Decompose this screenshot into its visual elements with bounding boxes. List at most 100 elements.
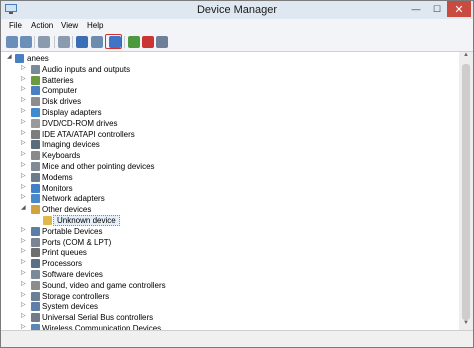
collapse-arrow-icon[interactable]: ◢ (7, 53, 12, 60)
tree-category[interactable]: ▷ Print queues (1, 247, 459, 258)
close-button[interactable]: ✕ (447, 1, 471, 17)
scroll-up-icon[interactable]: ▲ (459, 52, 473, 62)
vertical-scrollbar[interactable]: ▲ ▼ (459, 52, 473, 330)
tree-category[interactable]: ▷ Batteries (1, 75, 459, 86)
port-icon (31, 237, 40, 247)
expand-arrow-icon[interactable]: ▷ (21, 161, 26, 168)
expand-arrow-icon[interactable]: ▷ (21, 312, 26, 319)
update-driver-icon[interactable] (128, 36, 140, 48)
system-device-icon (31, 302, 40, 312)
expand-arrow-icon[interactable]: ▷ (21, 150, 26, 157)
expand-arrow-icon[interactable]: ▷ (21, 247, 26, 254)
menu-action[interactable]: Action (31, 21, 53, 30)
tree-item-label: IDE ATA/ATAPI controllers (42, 129, 135, 139)
usb-icon (31, 313, 40, 323)
expand-arrow-icon[interactable]: ▷ (21, 118, 26, 125)
tree-category[interactable]: ▷ IDE ATA/ATAPI controllers (1, 129, 459, 140)
toolbar-separator (54, 36, 55, 48)
tree-category[interactable]: ▷ DVD/CD-ROM drives (1, 118, 459, 129)
forward-icon[interactable] (20, 36, 32, 48)
network-icon (31, 194, 40, 204)
tree-category[interactable]: ▷ Processors (1, 258, 459, 269)
title-bar: Device Manager — ☐ ✕ (1, 1, 473, 19)
expand-arrow-icon[interactable]: ▷ (21, 269, 26, 276)
tree-category[interactable]: ▷ Display adapters (1, 107, 459, 118)
expand-arrow-icon[interactable]: ▷ (21, 226, 26, 233)
unknown-device-warning-icon (43, 216, 52, 225)
tree-item-label: Storage controllers (42, 291, 110, 301)
maximize-button[interactable]: ☐ (427, 1, 447, 17)
computer-icon (15, 54, 24, 63)
tree-category[interactable]: ▷ Mice and other pointing devices (1, 161, 459, 172)
tree-category[interactable]: ▷ Sound, video and game controllers (1, 280, 459, 291)
expand-arrow-icon[interactable]: ▷ (21, 139, 26, 146)
tree-item-label: Universal Serial Bus controllers (42, 313, 154, 323)
expand-arrow-icon[interactable]: ▷ (21, 258, 26, 265)
tree-category[interactable]: ▷ Keyboards (1, 150, 459, 161)
tree-item-label: Software devices (42, 270, 103, 279)
expand-arrow-icon[interactable]: ▷ (21, 96, 26, 103)
tree-category[interactable]: ▷ Software devices (1, 269, 459, 280)
keyboard-icon (31, 151, 40, 161)
tree-category[interactable]: ▷ System devices (1, 301, 459, 312)
expand-arrow-icon[interactable]: ▷ (21, 301, 26, 308)
computer-icon (31, 86, 40, 96)
scroll-down-icon[interactable]: ▼ (459, 320, 473, 330)
device-tree[interactable]: ◢ anees ▷ Audio inputs and outputs ▷ Batterie… (1, 52, 459, 330)
tree-item-label: Other devices (42, 205, 92, 215)
tree-category[interactable]: ◢ Other devices (1, 204, 459, 215)
tree-item-label: System devices (42, 302, 99, 312)
expand-arrow-icon[interactable]: ▷ (21, 323, 26, 330)
expand-arrow-icon[interactable]: ▷ (21, 64, 26, 71)
tree-category[interactable]: ▷ Portable Devices (1, 226, 459, 237)
processor-icon (31, 259, 40, 269)
tree-category[interactable]: ▷ Network adapters (1, 193, 459, 204)
tree-item-label: Print queues (42, 248, 87, 258)
tree-category[interactable]: ▷ Wireless Communication Devices (1, 323, 459, 330)
tree-category[interactable]: ▷ Disk drives (1, 96, 459, 107)
menu-view[interactable]: View (61, 21, 78, 30)
expand-arrow-icon[interactable]: ▷ (21, 107, 26, 114)
tree-view-icon[interactable] (58, 36, 70, 48)
tree-category[interactable]: ▷ Ports (COM & LPT) (1, 237, 459, 248)
other-devices-icon (31, 205, 40, 215)
expand-arrow-icon[interactable]: ▷ (21, 183, 26, 190)
properties-view-icon[interactable] (38, 36, 50, 48)
expand-arrow-icon[interactable]: ▷ (21, 291, 26, 298)
portable-device-icon (31, 226, 40, 236)
disk-icon (31, 97, 40, 107)
details-icon[interactable] (91, 36, 103, 48)
mouse-icon (31, 162, 40, 171)
tree-item-label: anees (27, 54, 49, 63)
expand-arrow-icon[interactable]: ▷ (21, 280, 26, 287)
tree-category[interactable]: ▷ Audio inputs and outputs (1, 64, 459, 75)
expand-arrow-icon[interactable]: ▷ (21, 129, 26, 136)
tree-category[interactable]: ▷ Modems (1, 172, 459, 183)
disable-device-icon[interactable] (142, 36, 154, 48)
tree-item-label: Batteries (42, 75, 74, 85)
expand-arrow-icon[interactable]: ▷ (21, 237, 26, 244)
tree-device[interactable]: Unknown device (1, 215, 459, 226)
tree-category[interactable]: ▷ Universal Serial Bus controllers (1, 312, 459, 323)
expand-arrow-icon[interactable]: ▷ (21, 172, 26, 179)
tree-category[interactable]: ▷ Storage controllers (1, 291, 459, 302)
dvd-icon (31, 118, 40, 128)
collapse-arrow-icon[interactable]: ◢ (21, 204, 26, 211)
menu-file[interactable]: File (9, 21, 22, 30)
help-icon[interactable] (76, 36, 88, 48)
uninstall-icon[interactable] (156, 36, 168, 48)
tree-root[interactable]: ◢ anees (1, 53, 459, 64)
tree-item-label: Ports (COM & LPT) (42, 237, 112, 247)
expand-arrow-icon[interactable]: ▷ (21, 193, 26, 200)
back-icon[interactable] (6, 36, 18, 48)
menu-help[interactable]: Help (87, 21, 103, 30)
minimize-button[interactable]: — (405, 1, 427, 17)
scrollbar-thumb[interactable] (462, 64, 470, 320)
expand-arrow-icon[interactable]: ▷ (21, 75, 26, 82)
tree-category[interactable]: ▷ Monitors (1, 183, 459, 194)
tree-category[interactable]: ▷ Imaging devices (1, 139, 459, 150)
expand-arrow-icon[interactable]: ▷ (21, 85, 26, 92)
tree-category[interactable]: ▷ Computer (1, 85, 459, 96)
tree-item-label: Wireless Communication Devices (42, 324, 162, 330)
tree-item-label: Unknown device (53, 215, 120, 226)
